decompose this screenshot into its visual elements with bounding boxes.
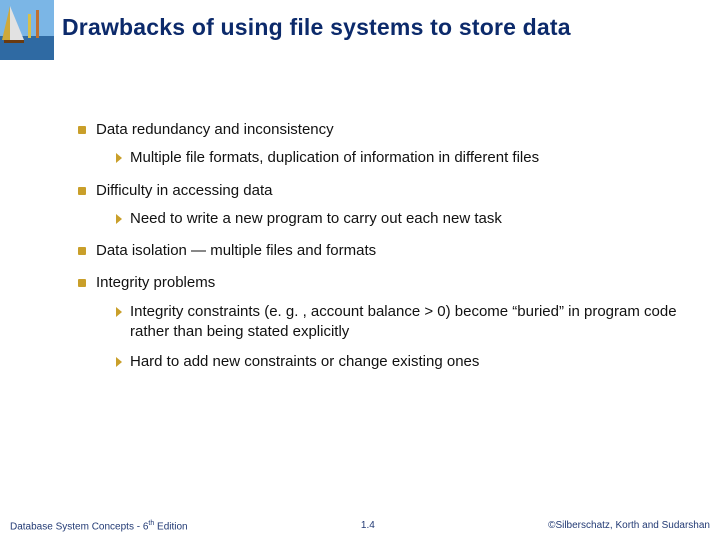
sub-bullet-item: Integrity constraints (e. g. , account b…: [116, 302, 700, 343]
arrow-icon: [116, 214, 122, 224]
bullet-text: Data isolation — multiple files and form…: [96, 241, 700, 261]
sub-bullet-item: Hard to add new constraints or change ex…: [116, 352, 700, 372]
bullet-text: Integrity problems: [96, 273, 700, 293]
bullet-item: Data redundancy and inconsistency: [78, 120, 700, 140]
sub-bullet-text: Integrity constraints (e. g. , account b…: [130, 302, 700, 343]
slide-content: Data redundancy and inconsistency Multip…: [78, 120, 700, 384]
sub-bullet-text: Multiple file formats, duplication of in…: [130, 148, 700, 168]
bullet-text: Difficulty in accessing data: [96, 181, 700, 201]
sub-bullet-text: Hard to add new constraints or change ex…: [130, 352, 700, 372]
footer-center: 1.4: [361, 520, 375, 532]
bullet-item: Data isolation — multiple files and form…: [78, 241, 700, 261]
bullet-text: Data redundancy and inconsistency: [96, 120, 700, 140]
bullet-item: Difficulty in accessing data: [78, 181, 700, 201]
bullet-marker-icon: [78, 279, 86, 287]
sub-bullet-item: Need to write a new program to carry out…: [116, 209, 700, 229]
bullet-marker-icon: [78, 126, 86, 134]
slide-title: Drawbacks of using file systems to store…: [62, 14, 708, 41]
arrow-icon: [116, 153, 122, 163]
sailboat-decoration: [0, 0, 54, 60]
sub-bullet-text: Need to write a new program to carry out…: [130, 209, 700, 229]
arrow-icon: [116, 307, 122, 317]
bullet-marker-icon: [78, 247, 86, 255]
arrow-icon: [116, 357, 122, 367]
footer-left-a: Database System Concepts - 6: [10, 521, 148, 532]
bullet-item: Integrity problems: [78, 273, 700, 293]
footer-left: Database System Concepts - 6th Edition: [10, 520, 188, 532]
slide-footer: Database System Concepts - 6th Edition 1…: [10, 520, 710, 532]
footer-right: ©Silberschatz, Korth and Sudarshan: [548, 520, 710, 532]
bullet-marker-icon: [78, 187, 86, 195]
footer-left-b: Edition: [154, 521, 187, 532]
sub-bullet-item: Multiple file formats, duplication of in…: [116, 148, 700, 168]
